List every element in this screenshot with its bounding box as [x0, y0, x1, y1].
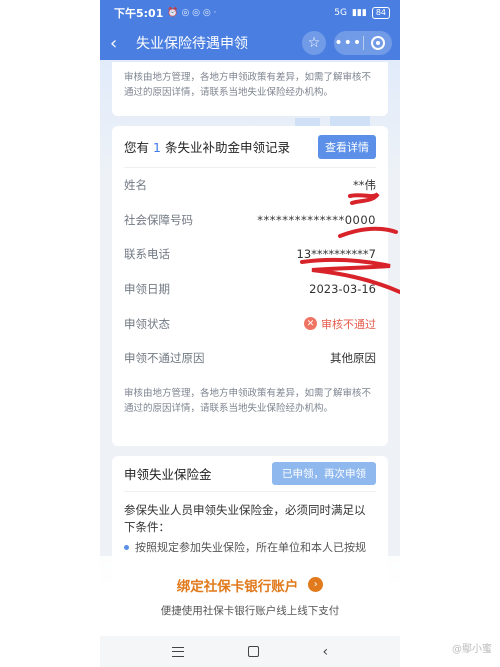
- row-ssn: 社会保障号码 **************0000: [124, 203, 376, 238]
- row-name: 姓名 **伟: [124, 168, 376, 203]
- apply-title: 申领失业保险金: [124, 467, 212, 482]
- row-value: 2023-03-16: [309, 282, 376, 297]
- row-label: 申领不通过原因: [124, 351, 205, 366]
- star-icon[interactable]: ☆: [302, 31, 326, 55]
- row-label: 联系电话: [124, 247, 170, 262]
- row-value: **************0000: [257, 212, 376, 227]
- record-card: 您有 1 条失业补助金申领记录 查看详情 姓名 **伟 社会保障号码 *****…: [112, 126, 388, 446]
- phone-screen: 下午5:01 ⏰ ◎ ◎ ◎ · 5G ▮▮▮ 84 ‹ 失业保险待遇申领 ☆ …: [100, 0, 400, 667]
- nav-header: ‹ 失业保险待遇申领 ☆ •••: [100, 26, 400, 60]
- row-value: **伟: [353, 178, 376, 193]
- close-target-icon[interactable]: [364, 36, 393, 50]
- row-status: 申领状态 ✕ 审核不通过: [124, 306, 376, 341]
- record-count: 1: [153, 140, 161, 155]
- more-dots-icon[interactable]: •••: [334, 35, 363, 51]
- notice-text: 审核由地方管理，各地方申领政策有差异，如需了解审核不通过的原因详情，请联系当地失…: [124, 72, 372, 98]
- row-label: 申领状态: [124, 316, 170, 331]
- banner-subtitle: 便捷使用社保卡银行账户线上线下支付: [160, 604, 340, 617]
- row-reason: 申领不通过原因 其他原因: [124, 341, 376, 376]
- status-text: 审核不通过: [321, 317, 376, 331]
- record-note: 审核由地方管理，各地方申领政策有差异，如需了解审核不通过的原因详情，请联系当地失…: [124, 387, 372, 414]
- list-item: 按照规定参加失业保险，所在单位和本人已按规: [124, 540, 376, 555]
- row-label: 姓名: [124, 178, 147, 193]
- record-title-suffix: 条失业补助金申领记录: [164, 140, 290, 155]
- status-time: 下午5:01: [114, 7, 164, 20]
- home-icon[interactable]: [247, 646, 259, 657]
- row-value: 其他原因: [330, 351, 376, 366]
- row-label: 申领日期: [124, 282, 170, 297]
- system-nav-bar: ‹: [100, 636, 400, 667]
- bullet-dot-icon: [124, 545, 129, 550]
- network-indicator: 5G: [334, 8, 347, 18]
- back-nav-icon[interactable]: ‹: [322, 644, 328, 660]
- status-bar: 下午5:01 ⏰ ◎ ◎ ◎ · 5G ▮▮▮ 84: [100, 0, 400, 26]
- row-label: 社会保障号码: [124, 212, 193, 227]
- reapply-button[interactable]: 已申领，再次申领: [272, 462, 376, 485]
- back-icon[interactable]: ‹: [110, 33, 128, 54]
- fail-x-icon: ✕: [304, 317, 317, 331]
- battery-icon: 84: [371, 7, 390, 19]
- status-badge: ✕ 审核不通过: [304, 316, 376, 332]
- row-value: 13**********7: [296, 247, 376, 262]
- watermark: @鄢小蜜: [452, 644, 492, 655]
- record-header: 您有 1 条失业补助金申领记录 查看详情: [124, 126, 376, 168]
- page-title: 失业保险待遇申领: [136, 36, 248, 52]
- menu-icon[interactable]: [171, 646, 184, 657]
- notice-card: 审核由地方管理，各地方申领政策有差异，如需了解审核不通过的原因详情，请联系当地失…: [112, 62, 388, 116]
- record-title: 您有 1 条失业补助金申领记录: [124, 137, 290, 156]
- chevron-right-icon[interactable]: ›: [308, 577, 324, 592]
- row-phone: 联系电话 13**********7: [124, 237, 376, 272]
- mini-program-capsule: •••: [334, 31, 392, 55]
- row-date: 申领日期 2023-03-16: [124, 272, 376, 307]
- app-header: 下午5:01 ⏰ ◎ ◎ ◎ · 5G ▮▮▮ 84 ‹ 失业保险待遇申领 ☆ …: [100, 0, 400, 60]
- view-details-button[interactable]: 查看详情: [318, 134, 376, 159]
- banner-title: 绑定社保卡银行账户: [176, 578, 299, 595]
- apply-header: 申领失业保险金 已申领，再次申领: [124, 456, 376, 492]
- signal-icon: ▮▮▮: [351, 8, 367, 18]
- bind-bank-banner[interactable]: 绑定社保卡银行账户 › 便捷使用社保卡银行账户线上线下支付: [100, 556, 400, 636]
- record-title-prefix: 您有: [124, 140, 150, 155]
- list-item-text: 按照规定参加失业保险，所在单位和本人已按规: [135, 541, 366, 554]
- status-indicators: ⏰ ◎ ◎ ◎ ·: [167, 8, 217, 18]
- apply-body: 参保失业人员申领失业保险金，必须同时满足以下条件：: [124, 503, 366, 534]
